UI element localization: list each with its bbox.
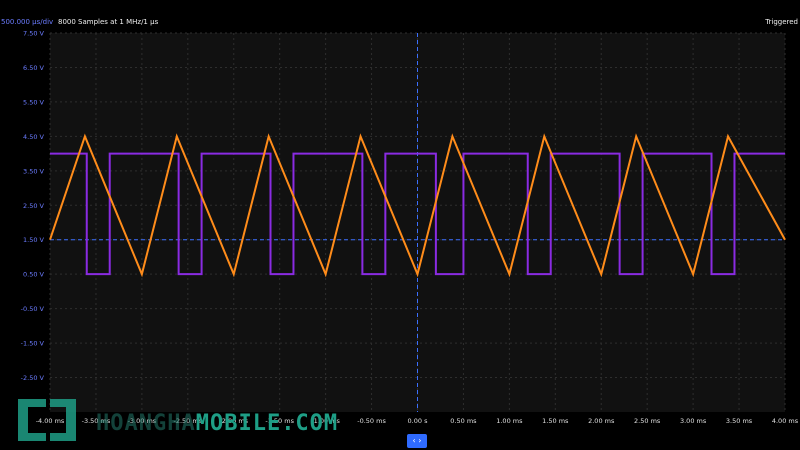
scroll-position-button[interactable]: ‹ › — [407, 434, 427, 448]
x-tick-label: -0.50 ms — [357, 417, 386, 425]
watermark-text-dark: HOANGHA — [96, 411, 196, 436]
y-tick-label: -2.50 V — [21, 374, 45, 382]
watermark-text: HOANGHAMOBILE.COM — [96, 411, 338, 436]
y-tick-label: 2.50 V — [23, 202, 45, 210]
x-tick-label: 2.00 ms — [588, 417, 615, 425]
y-tick-label: 1.50 V — [23, 236, 45, 244]
x-tick-label: 3.50 ms — [726, 417, 753, 425]
y-tick-label: 6.50 V — [23, 64, 45, 72]
y-tick-label: 5.50 V — [23, 98, 45, 106]
x-tick-label: 1.50 ms — [542, 417, 569, 425]
x-tick-label: 0.50 ms — [450, 417, 477, 425]
x-tick-label: 3.00 ms — [680, 417, 707, 425]
watermark: HOANGHAMOBILE.COM — [12, 395, 357, 447]
watermark-text-bright: MOBILE.COM — [195, 411, 339, 436]
y-tick-label: 4.50 V — [23, 133, 45, 141]
x-tick-label: 2.50 ms — [634, 417, 661, 425]
y-tick-label: -1.50 V — [21, 340, 45, 348]
watermark-logo — [18, 399, 76, 441]
x-tick-label: 4.00 ms — [772, 417, 799, 425]
x-tick-label: 1.00 ms — [496, 417, 523, 425]
y-tick-label: -0.50 V — [21, 305, 45, 313]
y-tick-label: 3.50 V — [23, 167, 45, 175]
oscilloscope-plot[interactable]: 7.50 V 6.50 V 5.50 V 4.50 V 3.50 V 2.50 V 1.50… — [0, 0, 800, 450]
y-tick-label: 0.50 V — [23, 271, 45, 279]
x-tick-label: 0.00 s — [408, 417, 429, 425]
y-tick-label: 7.50 V — [23, 30, 45, 38]
